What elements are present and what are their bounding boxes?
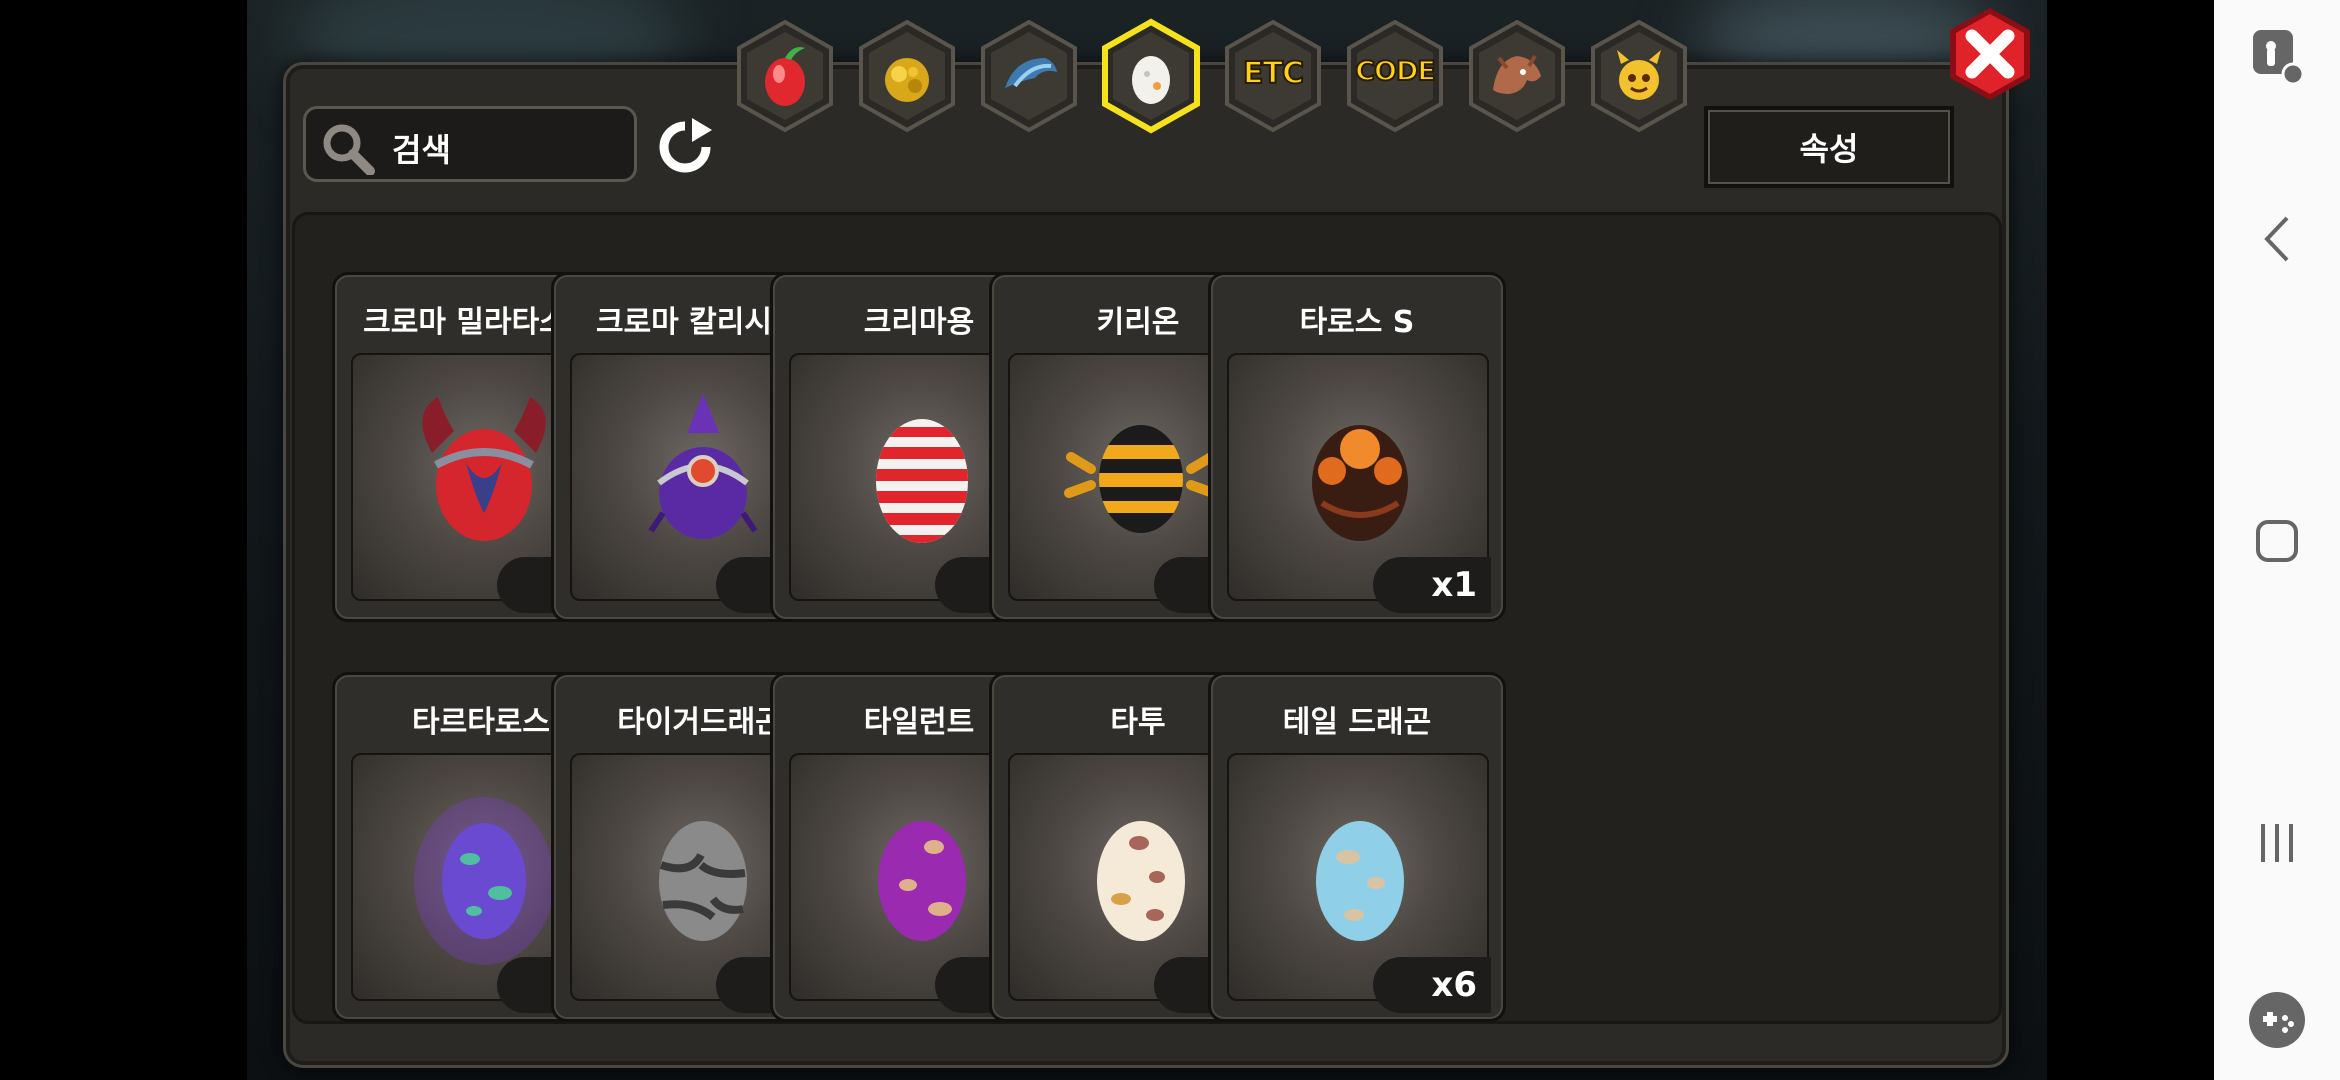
chroma-militas-egg-icon [422,397,546,541]
tab-egg[interactable] [1097,16,1205,136]
grey-tiger-egg-icon [659,821,747,941]
tab-label: CODE [1354,55,1437,88]
lava-egg-icon [1312,425,1408,541]
tab-label: ETC [1242,55,1305,92]
search-input[interactable]: 검색 [303,106,637,182]
touch-lock-icon[interactable] [2214,26,2340,86]
search-placeholder: 검색 [392,131,451,169]
egg-quantity: x1 [1373,557,1491,613]
game-launcher-icon[interactable] [2214,990,2340,1050]
tab-dragon-head[interactable] [1463,16,1571,136]
dragon-scale-icon [981,19,1077,133]
home-icon[interactable] [2214,518,2340,564]
tab-fruit[interactable] [731,16,839,136]
egg-image-frame: x6 [1227,753,1491,1013]
search-icon [320,121,376,179]
egg-name: 테일 드래곤 [1282,705,1432,740]
tab-devil-face[interactable] [1585,16,1693,136]
refresh-icon[interactable] [654,116,716,178]
bee-egg-icon [1064,425,1218,533]
chroma-kalisi-egg-icon [648,393,758,539]
cream-spotted-egg-icon [1097,821,1185,941]
recent-apps-icon[interactable] [2214,818,2340,868]
gold-orb-icon [859,19,955,133]
tab-gold-orb[interactable] [853,16,961,136]
purple-glow-egg-icon [414,797,554,965]
egg-card[interactable]: 타로스 S x1 [1208,272,1506,622]
egg-image-frame: x1 [1227,353,1491,613]
back-icon[interactable] [2214,214,2340,264]
egg-icon [1102,18,1200,134]
tab-code[interactable]: CODE [1341,16,1449,136]
egg-card[interactable]: 테일 드래곤 x6 [1208,672,1506,1022]
magenta-spotted-egg-icon [878,821,966,941]
striped-red-egg-icon [876,419,968,543]
dragon-head-icon [1469,19,1565,133]
tab-etc[interactable]: ETC [1219,16,1327,136]
egg-grid: 크로마 밀라타스 Sx1크로마 칼리시 Sx1크리마용x1키리온x1타로스 Sx… [292,212,2002,1024]
android-nav-bar [2214,0,2340,1080]
egg-name: 타로스 S [1299,305,1415,340]
devil-face-icon [1591,19,1687,133]
close-icon[interactable] [1942,4,2038,104]
tab-dragon-scale[interactable] [975,16,1083,136]
attribute-button[interactable]: 속성 [1704,106,1954,188]
egg-quantity: x6 [1373,957,1491,1013]
blue-spotted-egg-icon [1316,821,1404,941]
fruit-icon [737,19,833,133]
